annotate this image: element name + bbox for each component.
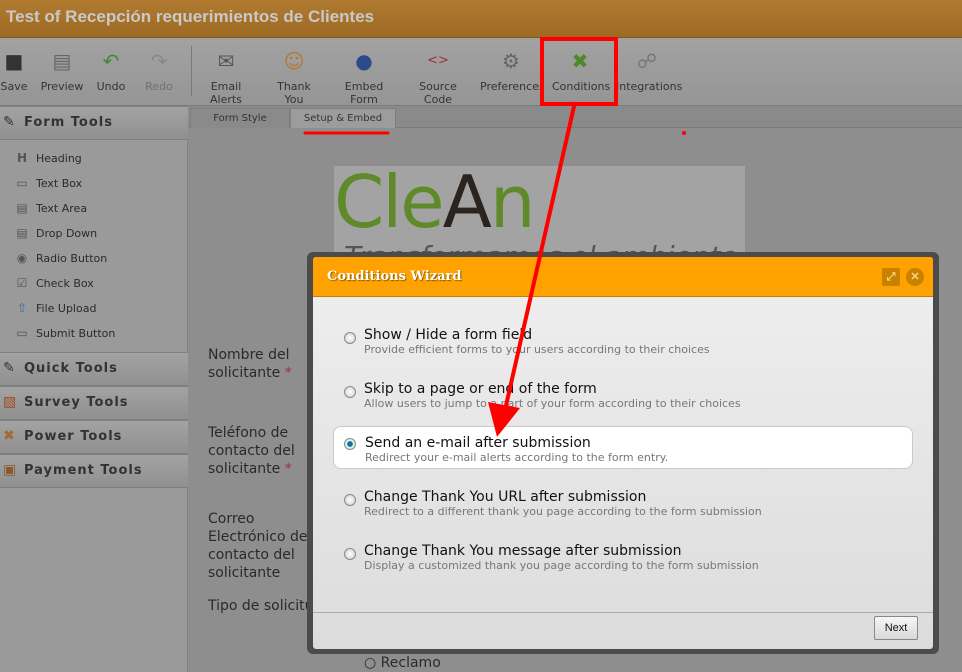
option-change-thankyou-message[interactable]: Change Thank You message after submissio… [333,542,913,585]
radio-icon[interactable] [344,386,356,398]
radio-reclamo-label: Reclamo [380,655,441,671]
gear-icon: ⚙ [502,49,520,73]
radio-selected-icon[interactable] [344,438,356,450]
preview-icon: ▤ [52,49,72,73]
checkbox-icon: ☑ [16,276,28,290]
thank-you-icon: ☺ [283,49,305,73]
text-box-icon: ▭ [16,176,28,190]
email-alerts-icon: ✉ [217,49,235,73]
maximize-icon[interactable]: ⤢ [882,268,900,286]
sidebar-item-check-box[interactable]: ☑ Check Box [14,276,94,290]
sidebar-item-submit-button[interactable]: ▭ Submit Button [14,326,115,340]
radio-icon[interactable] [344,548,356,560]
field-label-nombre: Nombre del solicitante * [208,347,292,381]
next-button[interactable]: Next [874,616,918,640]
sidebar-item-radio-button[interactable]: ◉ Radio Button [14,251,108,265]
wand-icon: ✎ [3,360,16,376]
sidebar: ✎ Form Tools H Heading ▭ Text Box ▤ Text Are… [0,106,188,672]
integrations-button[interactable]: ☍ Integrations [616,48,682,93]
sidebar-item-drop-down[interactable]: ▤ Drop Down [14,226,97,240]
undo-icon: ↶ [102,49,120,73]
tab-setup-embed[interactable]: Setup & Embed [290,108,396,128]
option-show-hide-field[interactable]: Show / Hide a form field Provide efficien… [333,326,913,369]
red-dot [682,131,686,135]
form-tools-header[interactable]: ✎ Form Tools [0,106,188,140]
option-send-email[interactable]: Send an e-mail after submission Redirect … [333,426,913,469]
upload-icon: ⇧ [16,301,28,315]
tab-form-style[interactable]: Form Style [190,108,290,128]
undo-button[interactable]: ↶ Undo [94,48,128,93]
radio-icon[interactable] [344,494,356,506]
dialog-header: Conditions Wizard ⤢ ✕ [313,257,933,297]
preview-button[interactable]: ▤ Preview [38,48,86,93]
sidebar-item-heading[interactable]: H Heading [14,151,82,165]
source-code-icon: <> [427,53,449,68]
conditions-button[interactable]: ✖ Conditions [552,48,610,93]
thank-you-button[interactable]: ☺ Thank You [266,48,322,106]
option-skip-to-page[interactable]: Skip to a page or end of the form Allow u… [333,380,913,423]
payment-tools-header[interactable]: ▣ Payment Tools [0,454,188,488]
save-icon: ■ [4,49,24,73]
quick-tools-header[interactable]: ✎ Quick Tools [0,352,188,386]
power-tools-header[interactable]: ✖ Power Tools [0,420,188,454]
pencil-icon: ✎ [3,114,16,130]
title-bar: Test of Recepción requerimientos de Clie… [0,0,962,38]
redo-button[interactable]: ↷ Redo [142,48,176,93]
conditions-wizard-dialog: Conditions Wizard ⤢ ✕ Show / Hide a form… [313,257,933,649]
drop-down-icon: ▤ [16,226,28,240]
form-logo: CleAn depot Transformamos el ambiente [334,166,745,266]
cash-register-icon: ▣ [3,462,18,478]
radio-icon[interactable] [344,332,356,344]
dialog-title: Conditions Wizard [327,269,462,284]
survey-tools-header[interactable]: ▧ Survey Tools [0,386,188,420]
form-title: Test of Recepción requerimientos de Clie… [6,7,375,26]
email-alerts-button[interactable]: ✉ Email Alerts [196,48,256,106]
bar-chart-icon: ▧ [3,394,18,410]
tools-icon: ✖ [3,428,16,444]
close-icon[interactable]: ✕ [906,268,924,286]
button-icon: ▭ [16,326,28,340]
dialog-footer-divider [313,612,933,613]
conditions-icon: ✖ [571,49,589,73]
sidebar-item-file-upload[interactable]: ⇧ File Upload [14,301,96,315]
embed-form-button[interactable]: ● Embed Form [332,48,396,106]
radio-reclamo[interactable]: ○ Reclamo [364,655,441,671]
toolbar: ■ Save ▤ Preview ↶ Undo ↷ Redo ✉ Email Alerts… [0,38,962,106]
save-button[interactable]: ■ Save [0,48,28,93]
field-label-telefono: Teléfono de contacto del solicitante * [208,425,295,477]
option-change-thankyou-url[interactable]: Change Thank You URL after submission Red… [333,488,913,531]
redo-icon: ↷ [150,49,168,73]
heading-icon: H [16,151,28,165]
text-area-icon: ▤ [16,201,28,215]
source-code-button[interactable]: <> Source Code [405,48,471,106]
globe-icon: ● [355,49,373,73]
toolbar-divider [191,46,192,96]
chain-link-icon: ☍ [636,49,658,73]
radio-icon: ◉ [16,251,28,265]
sidebar-item-text-area[interactable]: ▤ Text Area [14,201,87,215]
preferences-button[interactable]: ⚙ Preferences [480,48,545,93]
sidebar-item-text-box[interactable]: ▭ Text Box [14,176,82,190]
